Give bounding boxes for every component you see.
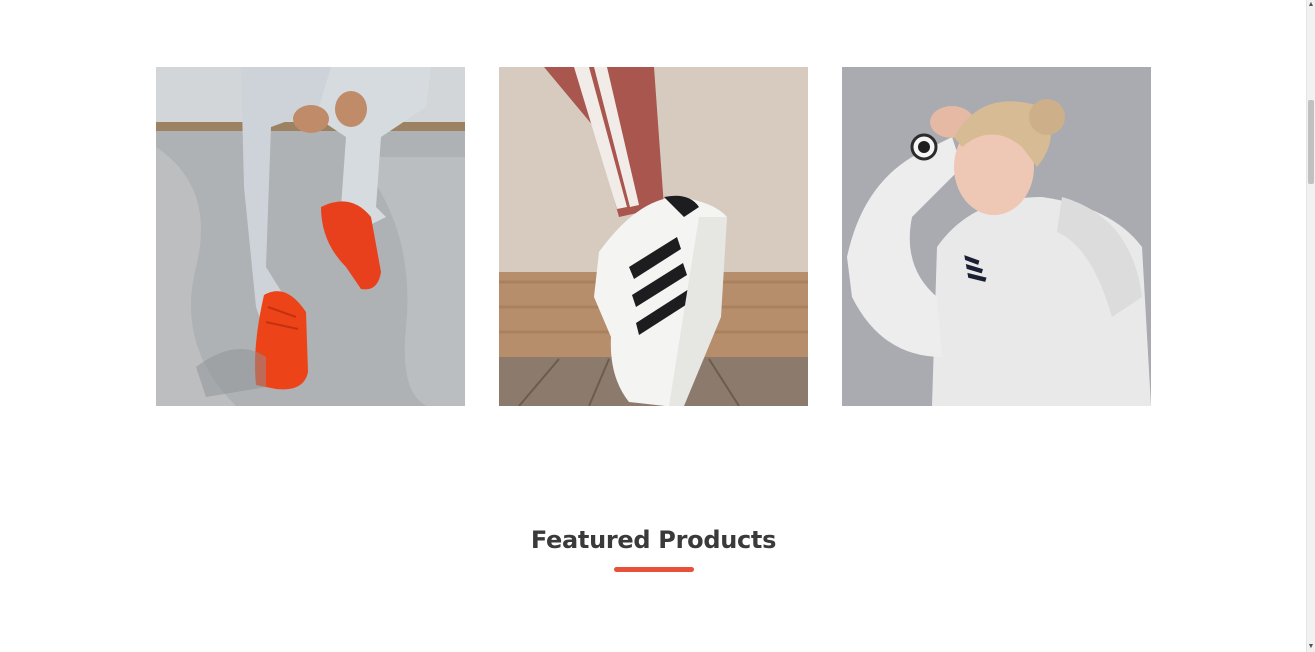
orange-sneakers-image <box>156 67 465 406</box>
scroll-up-arrow-icon[interactable]: ▲ <box>1307 0 1315 10</box>
image-gallery <box>156 67 1151 406</box>
gallery-image-orange-sneakers[interactable] <box>156 67 465 406</box>
page: Featured Products ▲ ▼ <box>0 0 1315 652</box>
scroll-down-arrow-icon[interactable]: ▼ <box>1307 642 1315 652</box>
scroll-thumb[interactable] <box>1308 100 1314 184</box>
gallery-image-white-sneaker[interactable] <box>499 67 808 406</box>
heading-underline-accent <box>614 567 694 572</box>
featured-products-heading: Featured Products <box>530 526 777 554</box>
white-hoodie-image <box>842 67 1151 406</box>
gallery-image-white-hoodie[interactable] <box>842 67 1151 406</box>
vertical-scrollbar[interactable]: ▲ ▼ <box>1306 0 1315 652</box>
white-sneaker-image <box>499 67 808 406</box>
